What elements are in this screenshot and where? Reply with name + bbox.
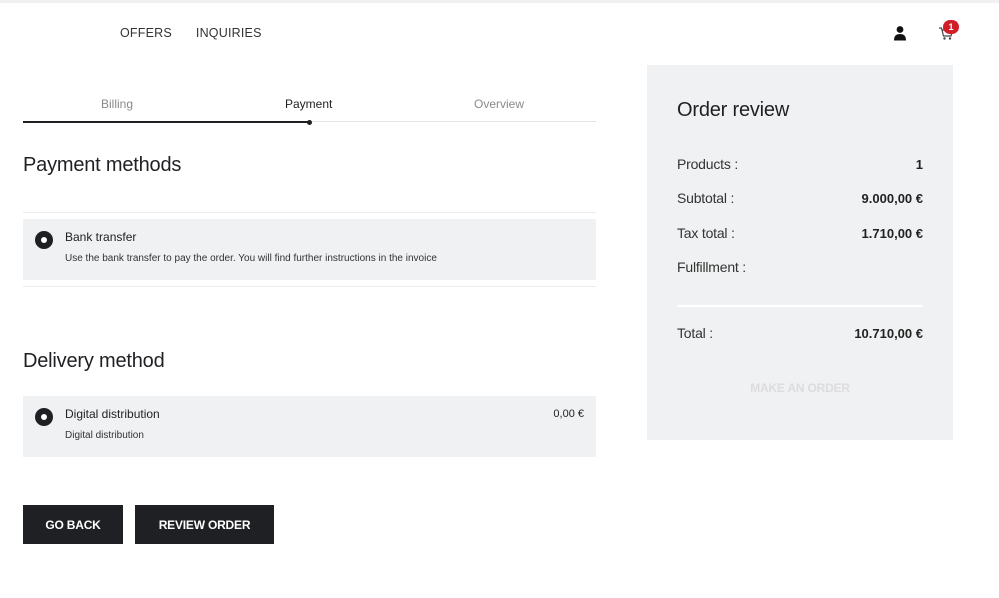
divider: [23, 212, 596, 213]
main-nav: OFFERS INQUIRIES: [120, 26, 262, 40]
step-payment[interactable]: Payment: [285, 97, 332, 111]
step-billing[interactable]: Billing: [101, 97, 133, 111]
go-back-button[interactable]: GO BACK: [23, 505, 123, 544]
fulfillment-label: Fulfillment :: [677, 259, 746, 275]
tax-total-value: 1.710,00 €: [861, 226, 923, 241]
checkout-steps: Billing Payment Overview: [23, 90, 596, 125]
make-order-button[interactable]: MAKE AN ORDER: [677, 381, 923, 395]
delivery-option-digital[interactable]: Digital distribution Digital distributio…: [23, 396, 596, 457]
total-label: Total :: [677, 325, 713, 341]
step-overview[interactable]: Overview: [474, 97, 524, 111]
payment-option-title: Bank transfer: [65, 230, 137, 244]
order-review-panel: Order review Products : 1 Subtotal : 9.0…: [647, 65, 953, 440]
radio-selected-icon[interactable]: [35, 408, 53, 426]
delivery-option-description: Digital distribution: [65, 430, 144, 441]
delivery-option-title: Digital distribution: [65, 407, 160, 421]
subtotal-label: Subtotal :: [677, 190, 735, 206]
top-border: [0, 0, 999, 3]
divider: [23, 286, 596, 287]
steps-progress-dot: [307, 120, 312, 125]
payment-option-description: Use the bank transfer to pay the order. …: [65, 253, 437, 264]
total-value: 10.710,00 €: [854, 326, 923, 341]
subtotal-value: 9.000,00 €: [861, 191, 923, 206]
radio-selected-icon[interactable]: [35, 231, 53, 249]
tax-total-label: Tax total :: [677, 225, 735, 241]
review-order-button[interactable]: REVIEW ORDER: [135, 505, 274, 544]
order-review-title: Order review: [677, 99, 790, 121]
payment-methods-heading: Payment methods: [23, 154, 182, 176]
delivery-method-heading: Delivery method: [23, 350, 165, 372]
payment-option-bank-transfer[interactable]: Bank transfer Use the bank transfer to p…: [23, 219, 596, 280]
delivery-option-price: 0,00 €: [553, 408, 584, 420]
products-value: 1: [915, 157, 923, 172]
nav-offers[interactable]: OFFERS: [120, 26, 172, 40]
nav-inquiries[interactable]: INQUIRIES: [196, 26, 262, 40]
cart-count-badge: 1: [943, 20, 959, 34]
products-label: Products :: [677, 156, 739, 172]
user-icon[interactable]: [893, 25, 907, 41]
steps-progress-bar: [23, 121, 310, 123]
review-divider: [677, 305, 923, 307]
